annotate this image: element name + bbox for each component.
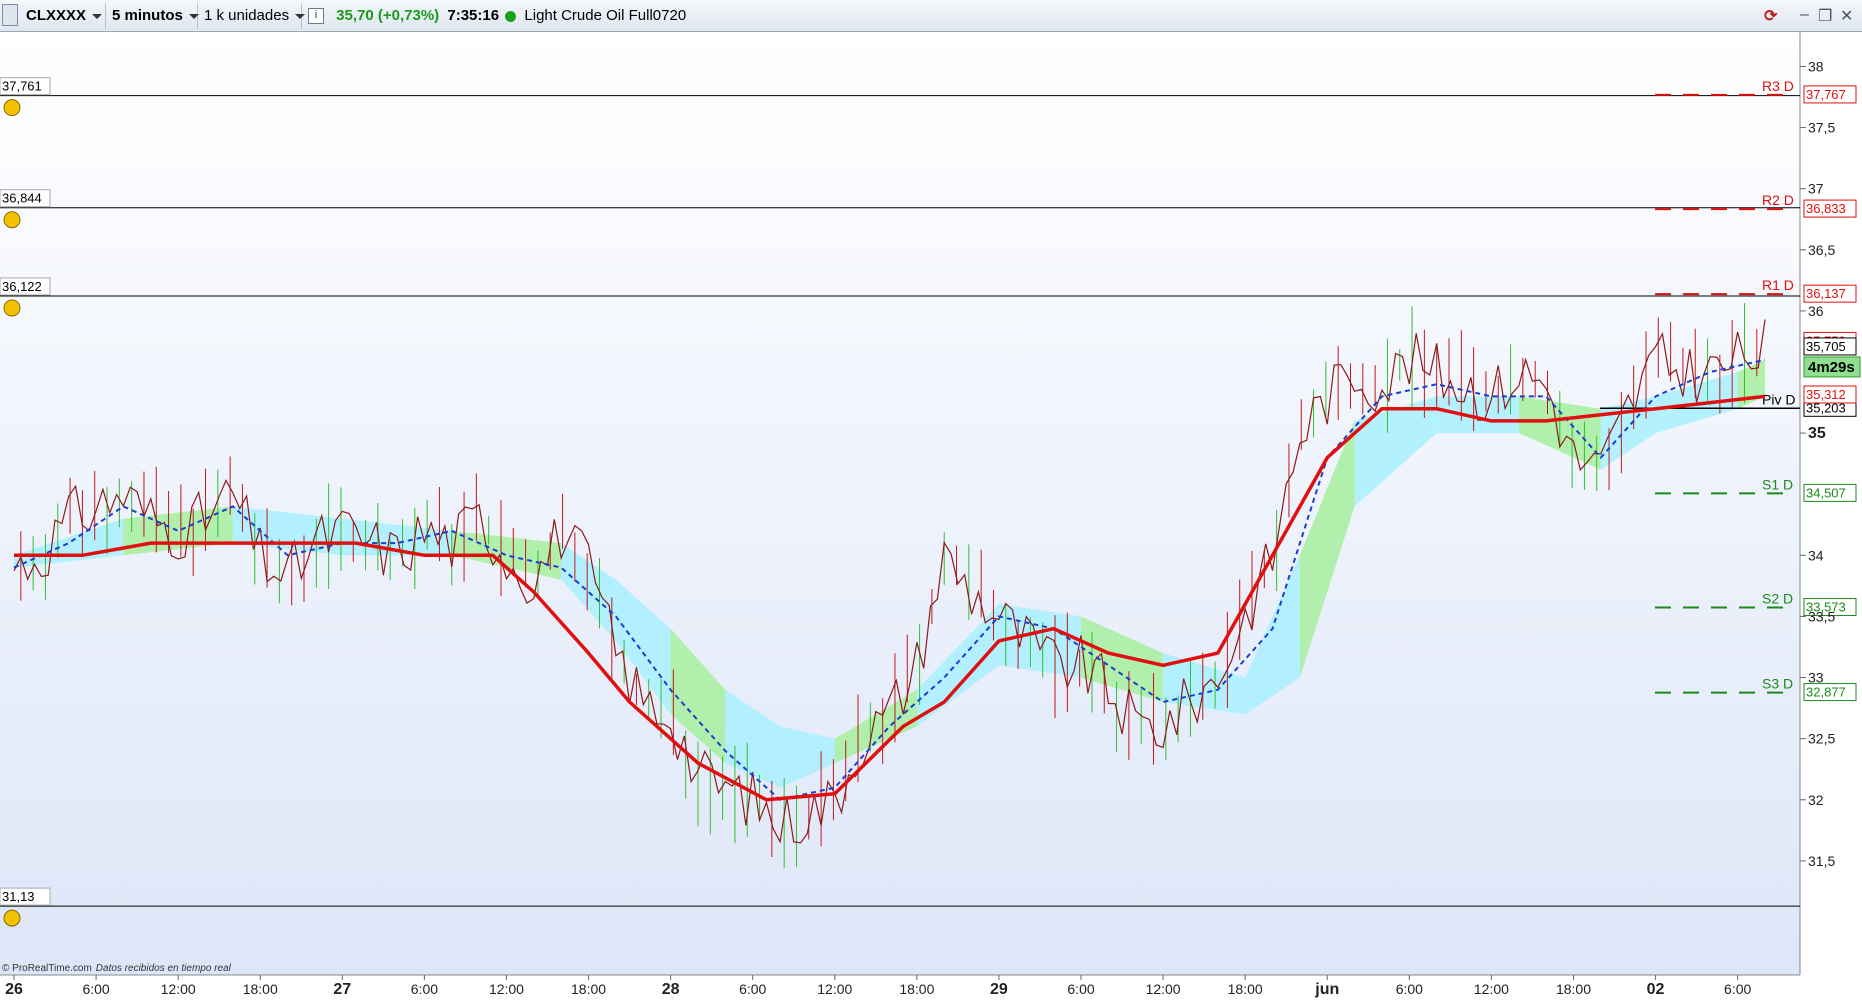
- y-tick-label: 36,5: [1808, 242, 1835, 258]
- x-tick-label: 29: [990, 981, 1008, 998]
- toolbar: CLXXXX 5 minutos 1 k unidades i 35,70 (+…: [0, 0, 1862, 32]
- x-tick-label: 12:00: [161, 981, 196, 997]
- pivot-value-label: 37,767: [1806, 87, 1846, 102]
- y-tick-label: 32,5: [1808, 731, 1835, 747]
- x-tick-label: 18:00: [243, 981, 278, 997]
- y-tick-label: 37,5: [1808, 120, 1835, 136]
- x-tick-label: 12:00: [489, 981, 524, 997]
- price-chart[interactable]: 37,761 36,844 36,122 31,13 R3 D 37,767 R2 D 36…: [0, 32, 1862, 1000]
- x-tick-label: 26: [5, 981, 23, 998]
- x-tick-label: jun: [1314, 981, 1339, 998]
- y-tick-label: 38: [1808, 58, 1824, 74]
- info-icon[interactable]: i: [308, 8, 324, 25]
- pivot-value-label: 32,877: [1806, 685, 1846, 700]
- pivot-name-label: S2 D: [1762, 591, 1793, 607]
- x-tick-label: 18:00: [1556, 981, 1591, 997]
- x-tick-label: 6:00: [82, 981, 109, 997]
- units-select[interactable]: 1 k unidades: [198, 3, 306, 29]
- pivot-value-label: 36,137: [1806, 286, 1846, 301]
- x-tick-label: 28: [662, 981, 680, 998]
- pivot-name-label: R3 D: [1762, 78, 1794, 94]
- last-price: 35,70: [336, 7, 374, 24]
- alert-value-label: 36,122: [2, 279, 42, 294]
- app-menu-icon[interactable]: [2, 4, 18, 26]
- price-tag-label: 35,312: [1806, 387, 1846, 402]
- x-tick-label: 6:00: [739, 981, 766, 997]
- close-icon[interactable]: ✕: [1840, 6, 1853, 26]
- quote-time: 7:35:16: [447, 7, 500, 24]
- bell-icon: [3, 211, 21, 229]
- alert-value-label: 37,761: [2, 79, 42, 94]
- y-tick-label: 36: [1808, 303, 1824, 319]
- y-tick-label: 31,5: [1808, 853, 1835, 869]
- price-change: (+0,73%): [377, 7, 440, 24]
- x-tick-label: 18:00: [1228, 981, 1263, 997]
- alert-value-label: 31,13: [2, 889, 35, 904]
- chevron-down-icon: [92, 13, 103, 19]
- alert-value-label: 36,844: [2, 191, 42, 206]
- price-tag-label: 35,705: [1806, 339, 1846, 354]
- x-tick-label: 6:00: [1724, 981, 1751, 997]
- cloud-segment: [998, 604, 1081, 678]
- y-tick-label: 35: [1808, 425, 1826, 442]
- timeframe-select[interactable]: 5 minutos: [106, 3, 199, 29]
- y-tick-label: 37: [1808, 181, 1824, 197]
- bell-icon: [3, 299, 21, 317]
- pivot-name-label: Piv D: [1762, 391, 1795, 407]
- refresh-icon[interactable]: ⟳: [1764, 6, 1777, 26]
- plot-background: [0, 32, 1800, 975]
- pivot-value-label: 34,507: [1806, 485, 1846, 500]
- pivot-name-label: S1 D: [1762, 476, 1793, 492]
- realtime-status-icon: [505, 10, 517, 22]
- countdown-label: 4m29s: [1808, 359, 1855, 376]
- x-tick-label: 6:00: [411, 981, 438, 997]
- bell-icon: [3, 99, 21, 117]
- x-tick-label: 12:00: [1146, 981, 1181, 997]
- pivot-name-label: S3 D: [1762, 676, 1793, 692]
- units-label: 1 k unidades: [204, 7, 290, 24]
- x-tick-label: 12:00: [1474, 981, 1509, 997]
- y-tick-label: 33: [1808, 670, 1824, 686]
- pivot-name-label: R2 D: [1762, 192, 1794, 208]
- footer-brand: © ProRealTime.com Datos recibidos en tiem…: [2, 963, 232, 974]
- symbol-select[interactable]: CLXXXX: [20, 3, 106, 29]
- x-tick-label: 18:00: [899, 981, 934, 997]
- restore-icon[interactable]: ❐: [1818, 6, 1832, 26]
- y-tick-label: 33,5: [1808, 608, 1835, 624]
- minimize-icon[interactable]: –: [1800, 6, 1809, 24]
- y-tick-label: 34: [1808, 547, 1824, 563]
- x-tick-label: 18:00: [571, 981, 606, 997]
- pivot-name-label: R1 D: [1762, 277, 1794, 293]
- y-tick-label: 32: [1808, 792, 1824, 808]
- price-axis-background: [1800, 32, 1862, 975]
- price-tags: 35,75035,70535,3124m29s: [1803, 331, 1861, 404]
- x-tick-label: 12:00: [817, 981, 852, 997]
- timeframe-label: 5 minutos: [112, 7, 183, 24]
- quote-bar: i 35,70 (+0,73%) 7:35:16 Light Crude Oil…: [302, 3, 702, 29]
- pivot-value-label: 36,833: [1806, 201, 1846, 216]
- instrument-name: Light Crude Oil Full0720: [524, 7, 687, 24]
- x-tick-label: 02: [1647, 981, 1665, 998]
- x-tick-label: 6:00: [1396, 981, 1423, 997]
- symbol-label: CLXXXX: [26, 7, 87, 24]
- bell-icon: [3, 909, 21, 927]
- x-tick-label: 6:00: [1067, 981, 1094, 997]
- x-tick-label: 27: [333, 981, 351, 998]
